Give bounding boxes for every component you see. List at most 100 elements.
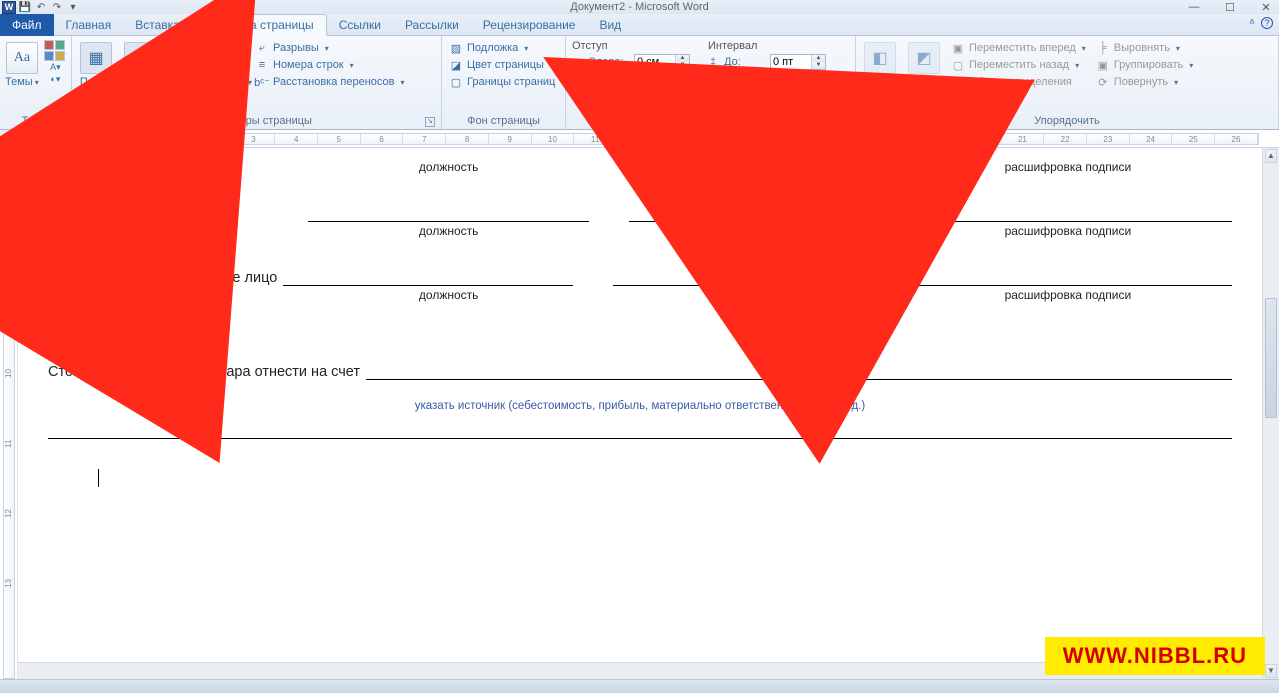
line-numbers-button[interactable]: ≡Номера строк bbox=[252, 57, 408, 73]
watermark-icon: ▨ bbox=[449, 41, 463, 55]
status-bar bbox=[0, 679, 1279, 693]
group-paragraph-label: Абзац↘ bbox=[570, 113, 851, 129]
spacing-after-icon: ‡ bbox=[706, 73, 720, 87]
scroll-up-button[interactable]: ▲ bbox=[1265, 149, 1277, 163]
minimize-button[interactable]: — bbox=[1185, 1, 1203, 13]
indent-right-spin[interactable]: ▲▼ bbox=[634, 72, 690, 88]
qat-customize-icon[interactable]: ▾ bbox=[66, 0, 80, 14]
hyphenation-button[interactable]: bᶜ⁻Расстановка переносов bbox=[252, 74, 408, 90]
bring-forward-button[interactable]: ▣Переместить вперед bbox=[948, 40, 1089, 56]
tab-file[interactable]: Файл bbox=[0, 14, 54, 36]
send-backward-icon: ▢ bbox=[951, 58, 965, 72]
tab-mailings[interactable]: Рассылки bbox=[393, 14, 471, 35]
margins-icon: ▦ bbox=[80, 42, 112, 74]
group-themes-label: Темы bbox=[4, 113, 67, 129]
close-button[interactable]: ✕ bbox=[1257, 1, 1275, 14]
columns-button[interactable]: ▥ Колонки bbox=[208, 38, 248, 89]
spacing-before-icon: ‡ bbox=[706, 55, 720, 69]
decision-label: Решение руководителя: bbox=[48, 330, 1232, 346]
maximize-button[interactable]: ☐ bbox=[1221, 1, 1239, 14]
line-numbers-icon: ≡ bbox=[255, 58, 269, 72]
tab-insert[interactable]: Вставка bbox=[123, 14, 192, 35]
tab-page-layout[interactable]: Разметка страницы bbox=[192, 14, 327, 36]
redo-icon[interactable]: ↷ bbox=[50, 0, 64, 14]
wrap-icon: ◩ bbox=[908, 42, 940, 74]
vertical-ruler[interactable]: 7 8 9 10 11 12 13 bbox=[0, 148, 18, 679]
group-arrange: ◧ Положение ◩ Обтекание текстом ▣Перемес… bbox=[856, 36, 1279, 129]
breaks-button[interactable]: ⤶Разрывы bbox=[252, 40, 408, 56]
group-button[interactable]: ▣Группировать bbox=[1093, 57, 1197, 73]
group-arrange-label: Упорядочить bbox=[860, 113, 1274, 129]
hint-text: указать источник (себестоимость, прибыль… bbox=[48, 400, 1232, 412]
document-page[interactable]: должность подпись расшифровка подписи до… bbox=[18, 148, 1262, 679]
group-icon: ▣ bbox=[1096, 58, 1110, 72]
page-setup-launcher[interactable]: ↘ bbox=[425, 117, 435, 127]
indent-left-spin[interactable]: ▲▼ bbox=[634, 54, 690, 70]
group-paragraph: Отступ ⇤ Слева: ▲▼ ⇥ Справа: ▲▼ Интервал… bbox=[566, 36, 856, 129]
size-icon: ▭ bbox=[168, 42, 200, 74]
page-color-button[interactable]: ◪Цвет страницы bbox=[446, 57, 558, 73]
text-cursor bbox=[98, 469, 99, 487]
bring-forward-icon: ▣ bbox=[951, 41, 965, 55]
breaks-icon: ⤶ bbox=[255, 41, 269, 55]
align-icon: ╞ bbox=[1096, 41, 1110, 55]
document-area: 7 8 9 10 11 12 13 должность подпись расш… bbox=[0, 148, 1279, 679]
spacing-after-input[interactable] bbox=[771, 73, 811, 87]
scroll-thumb[interactable] bbox=[1265, 298, 1277, 418]
indent-right-input[interactable] bbox=[635, 73, 675, 87]
ribbon-tabs: Файл Главная Вставка Разметка страницы С… bbox=[0, 14, 1279, 36]
spacing-before-input[interactable] bbox=[771, 55, 811, 69]
selection-pane-icon: ▤ bbox=[951, 75, 965, 89]
size-button[interactable]: ▭ Размер bbox=[164, 38, 204, 89]
orientation-button[interactable]: ▯ Ориентация bbox=[120, 38, 160, 89]
group-page-setup: ▦ Поля ▯ Ориентация ▭ Размер ▥ Колонки ⤶… bbox=[72, 36, 442, 129]
indent-right-icon: ⇥ bbox=[570, 73, 584, 87]
tab-selector[interactable]: L bbox=[0, 130, 18, 148]
group-page-setup-label: Параметры страницы↘ bbox=[76, 113, 437, 129]
word-logo-icon: W bbox=[2, 1, 16, 14]
tab-references[interactable]: Ссылки bbox=[327, 14, 393, 35]
rotate-icon: ⟳ bbox=[1096, 75, 1110, 89]
themes-button[interactable]: Aa Темы bbox=[4, 38, 40, 89]
rotate-button[interactable]: ⟳Повернуть bbox=[1093, 74, 1197, 90]
indent-left-input[interactable] bbox=[635, 55, 675, 69]
paragraph-launcher[interactable]: ↘ bbox=[839, 117, 849, 127]
spacing-after-spin[interactable]: ▲▼ bbox=[770, 72, 826, 88]
group-themes: Aa Темы A▾ ◐▾ Темы bbox=[0, 36, 72, 129]
selection-pane-button[interactable]: ▤Область выделения bbox=[948, 74, 1089, 90]
page-color-icon: ◪ bbox=[449, 58, 463, 72]
page-borders-button[interactable]: ▢Границы страниц bbox=[446, 74, 558, 90]
group-page-bg-label: Фон страницы bbox=[446, 113, 561, 129]
window-title: Документ2 - Microsoft Word bbox=[570, 1, 708, 13]
ribbon: Aa Темы A▾ ◐▾ Темы ▦ Поля ▯ Ориентация bbox=[0, 36, 1279, 130]
align-button[interactable]: ╞Выровнять bbox=[1093, 40, 1197, 56]
tab-view[interactable]: Вид bbox=[587, 14, 633, 35]
tab-home[interactable]: Главная bbox=[54, 14, 124, 35]
undo-icon[interactable]: ↶ bbox=[34, 0, 48, 14]
responsible-label: Материально ответственное лицо bbox=[48, 270, 277, 286]
vertical-scrollbar[interactable]: ▲ ▼ bbox=[1262, 148, 1279, 679]
position-icon: ◧ bbox=[864, 42, 896, 74]
minimize-ribbon-icon[interactable]: ᐞ bbox=[1249, 17, 1255, 30]
writeoff-label: Стоимость списанного товара отнести на с… bbox=[48, 364, 360, 380]
group-page-background: ▨Подложка ◪Цвет страницы ▢Границы страни… bbox=[442, 36, 566, 129]
save-icon[interactable]: 💾 bbox=[18, 0, 32, 14]
horizontal-ruler[interactable]: L 21123456789101112131415161718192021222… bbox=[0, 130, 1279, 148]
spacing-before-spin[interactable]: ▲▼ bbox=[770, 54, 826, 70]
page-borders-icon: ▢ bbox=[449, 75, 463, 89]
theme-colors-fonts[interactable]: A▾ ◐▾ bbox=[44, 38, 67, 85]
orientation-icon: ▯ bbox=[124, 42, 156, 74]
window-controls: — ☐ ✕ bbox=[1185, 0, 1275, 14]
spacing-section: Интервал ‡ До: ▲▼ ‡ После: ▲▼ bbox=[706, 38, 826, 88]
hyphenation-icon: bᶜ⁻ bbox=[255, 75, 269, 89]
wrap-text-button[interactable]: ◩ Обтекание текстом bbox=[904, 38, 944, 101]
tab-review[interactable]: Рецензирование bbox=[471, 14, 588, 35]
help-icon[interactable]: ? bbox=[1261, 17, 1273, 29]
title-bar: W 💾 ↶ ↷ ▾ Документ2 - Microsoft Word — ☐… bbox=[0, 0, 1279, 14]
indent-section: Отступ ⇤ Слева: ▲▼ ⇥ Справа: ▲▼ bbox=[570, 38, 690, 88]
position-button[interactable]: ◧ Положение bbox=[860, 38, 900, 89]
watermark-button[interactable]: ▨Подложка bbox=[446, 40, 558, 56]
send-backward-button[interactable]: ▢Переместить назад bbox=[948, 57, 1089, 73]
indent-left-icon: ⇤ bbox=[570, 55, 584, 69]
scroll-down-button[interactable]: ▼ bbox=[1265, 664, 1277, 678]
